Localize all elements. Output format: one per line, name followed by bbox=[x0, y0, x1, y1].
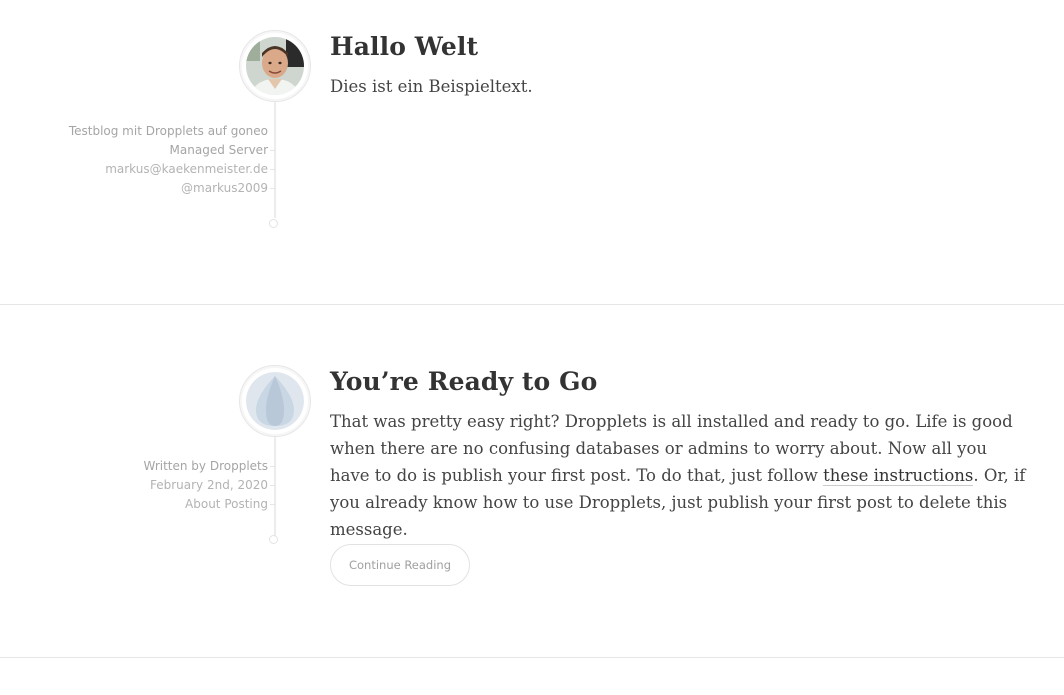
author-photo-icon bbox=[246, 37, 304, 95]
post-divider bbox=[0, 657, 1064, 658]
post-category[interactable]: About Posting bbox=[144, 495, 276, 514]
post-title[interactable]: Hallo Welt bbox=[330, 32, 478, 61]
post-body: Dies ist ein Beispieltext. bbox=[330, 77, 533, 96]
post-meta: Written by Dropplets February 2nd, 2020 … bbox=[144, 457, 276, 514]
dropplets-logo-icon bbox=[246, 372, 304, 430]
post-title[interactable]: You’re Ready to Go bbox=[330, 367, 597, 396]
blog-description: Testblog mit Dropplets auf goneo bbox=[68, 124, 268, 138]
author-email-link[interactable]: markus@kaekenmeister.de bbox=[69, 160, 277, 179]
timeline-line bbox=[274, 100, 276, 218]
author-avatar[interactable] bbox=[239, 30, 311, 102]
post-author[interactable]: Written by Dropplets bbox=[144, 457, 276, 476]
author-twitter-link[interactable]: @markus2009 bbox=[69, 179, 277, 198]
timeline-end-dot bbox=[269, 219, 278, 228]
post-meta: Testblog mit Dropplets auf goneo Managed… bbox=[68, 122, 277, 198]
post-hallo-welt: Testblog mit Dropplets auf goneo Managed… bbox=[0, 0, 1064, 304]
instructions-link[interactable]: these instructions bbox=[823, 466, 974, 486]
continue-reading-button[interactable]: Continue Reading bbox=[330, 544, 470, 586]
blog-description-line2: Managed Server bbox=[69, 141, 277, 160]
timeline-end-dot bbox=[269, 535, 278, 544]
author-avatar[interactable] bbox=[239, 365, 311, 437]
post-ready-to-go: Written by Dropplets February 2nd, 2020 … bbox=[0, 304, 1064, 657]
post-date[interactable]: February 2nd, 2020 bbox=[144, 476, 276, 495]
post-body: That was pretty easy right? Dropplets is… bbox=[330, 408, 1030, 543]
